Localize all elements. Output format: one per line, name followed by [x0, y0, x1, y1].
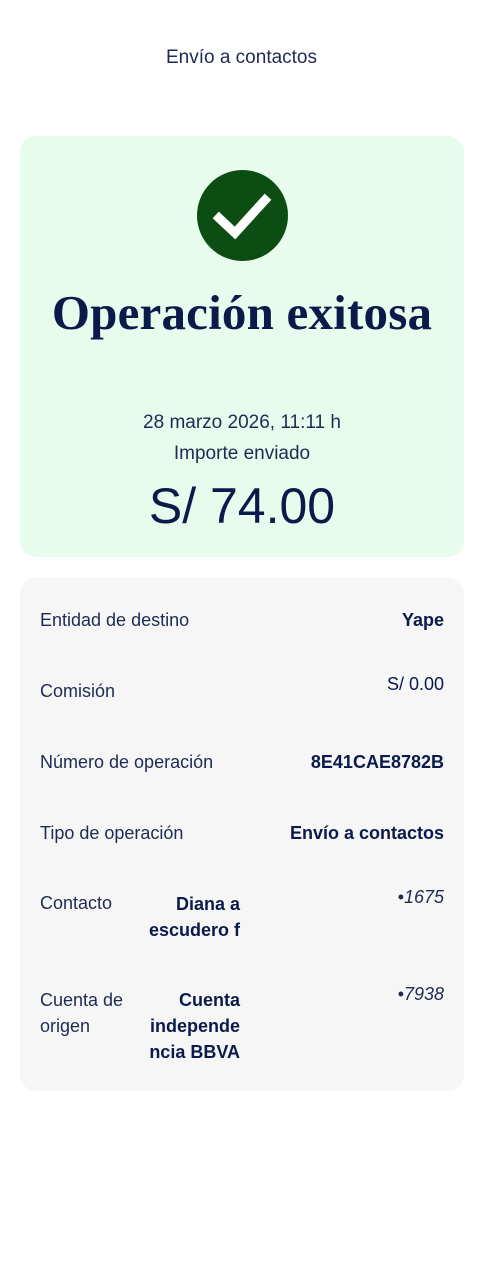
cuenta-name-line1: Cuenta	[178, 990, 240, 1010]
contacto-name-line2: escudero f	[148, 920, 240, 940]
numero-operacion-label: Número de operación	[40, 752, 214, 772]
details-card: Entidad de destino Yape Comisión S/ 0.00…	[20, 578, 464, 1091]
operation-date: 28 marzo 2026, 11:11 h	[143, 412, 341, 433]
page-title: Envío a contactos	[165, 47, 318, 68]
amount-label: Importe enviado	[173, 443, 311, 464]
success-card: Operación exitosa 28 marzo 2026, 11:11 h…	[20, 136, 464, 557]
cuenta-name-line3: ncia BBVA	[149, 1042, 240, 1062]
entidad-value: Yape	[401, 610, 444, 630]
contacto-name-line1: Diana a	[175, 894, 240, 914]
cuenta-name-line2: independe	[149, 1016, 240, 1036]
tipo-operacion-value: Envío a contactos	[289, 823, 444, 843]
contacto-number: •1675	[397, 887, 444, 907]
cuenta-origen-name: Cuenta independe ncia BBVA	[140, 987, 240, 1065]
check-icon	[197, 170, 288, 261]
cuenta-origen-label: Cuenta de origen	[40, 987, 123, 1039]
numero-operacion-value: 8E41CAE8782B	[310, 752, 444, 772]
comision-value: S/ 0.00	[386, 674, 444, 694]
amount-value: S/ 74.00	[148, 478, 336, 534]
contacto-label: Contacto	[40, 893, 113, 913]
comision-label: Comisión	[40, 681, 116, 701]
entidad-label: Entidad de destino	[40, 610, 190, 630]
cuenta-origen-label-line2: origen	[40, 1016, 91, 1036]
success-title: Operación exitosa	[51, 285, 433, 340]
cuenta-origen-number: •7938	[397, 984, 444, 1004]
contacto-name: Diana a escudero f	[140, 891, 240, 943]
cuenta-origen-label-line1: Cuenta de	[40, 990, 124, 1010]
tipo-operacion-label: Tipo de operación	[40, 823, 184, 843]
